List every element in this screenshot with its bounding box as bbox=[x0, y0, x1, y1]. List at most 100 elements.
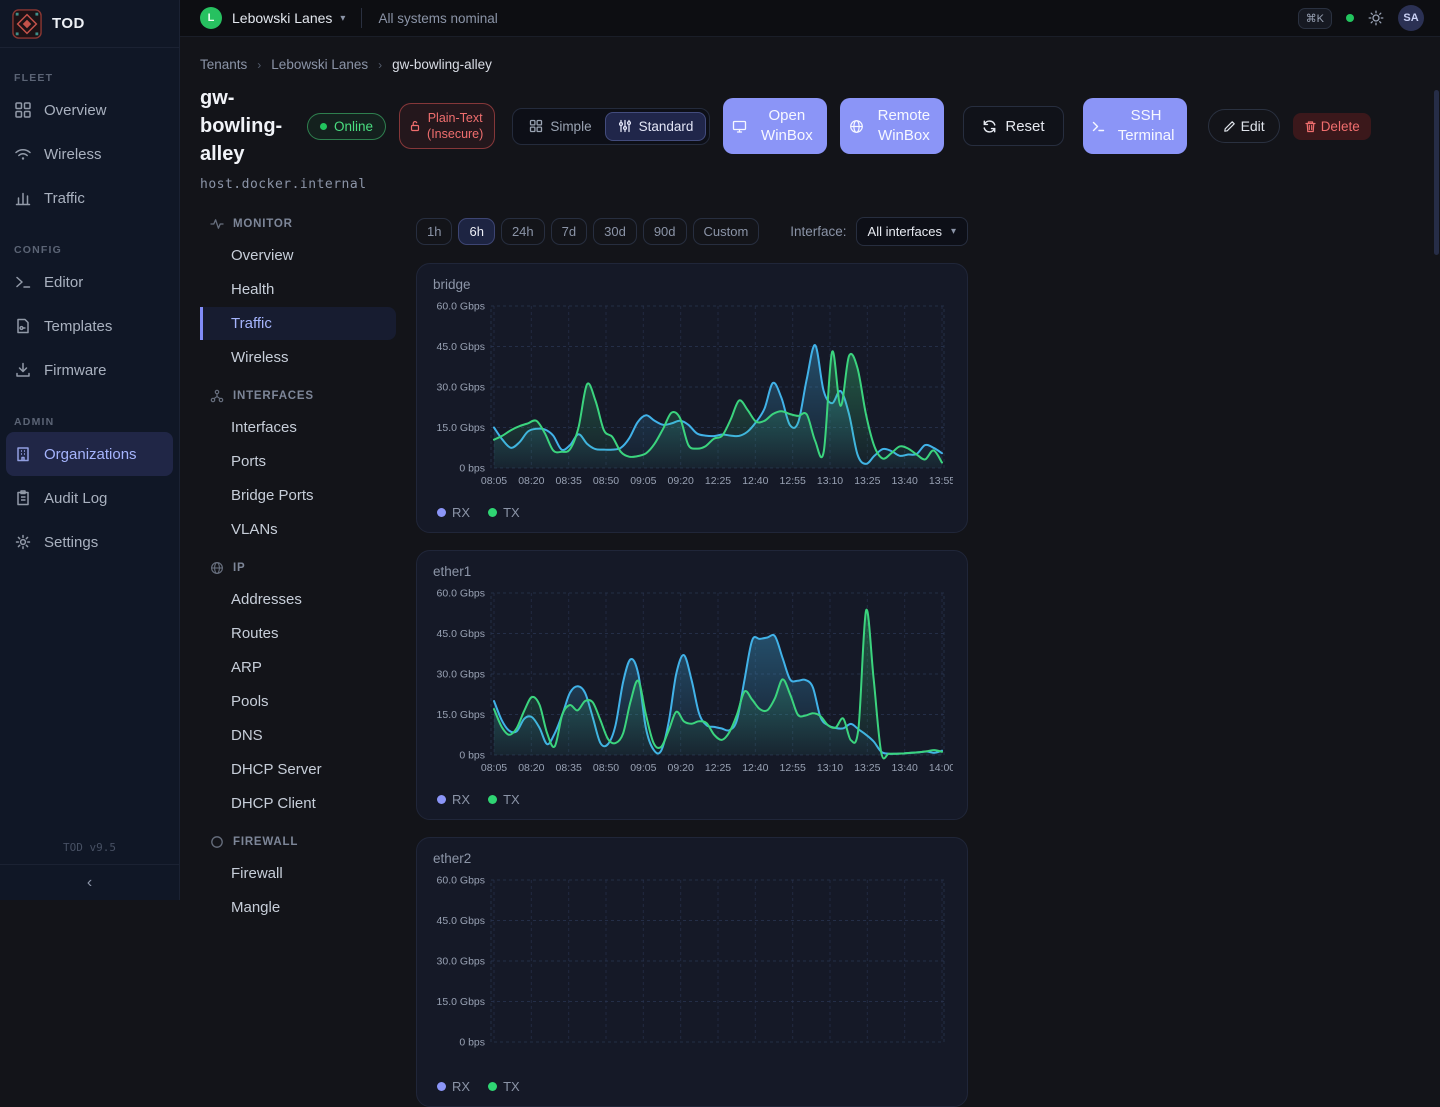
subnav-item-firewall[interactable]: Firewall bbox=[200, 857, 396, 890]
sidebar-item-label: Wireless bbox=[44, 146, 102, 163]
chart-legend: RX TX bbox=[433, 792, 951, 807]
subnav-item-ports[interactable]: Ports bbox=[200, 445, 396, 478]
sidebar-item-firmware[interactable]: Firmware bbox=[0, 348, 179, 392]
subnav-item-vlans[interactable]: VLANs bbox=[200, 513, 396, 546]
sidebar-collapse-button[interactable]: ‹ bbox=[0, 864, 179, 900]
sidebar-item-settings[interactable]: Settings bbox=[0, 520, 179, 564]
view-mode-standard[interactable]: Standard bbox=[605, 112, 707, 141]
svg-text:09:05: 09:05 bbox=[630, 475, 656, 487]
traffic-chart-bridge: 60.0 Gbps45.0 Gbps30.0 Gbps15.0 Gbps0 bp… bbox=[433, 296, 951, 501]
svg-text:08:05: 08:05 bbox=[481, 762, 507, 774]
view-mode-standard-label: Standard bbox=[639, 119, 694, 134]
sidebar-section-admin: ADMIN Organizations Audit Log Settings bbox=[0, 408, 179, 564]
ssh-terminal-button[interactable]: SSH Terminal bbox=[1083, 98, 1187, 154]
breadcrumb-tenants[interactable]: Tenants bbox=[200, 57, 247, 72]
subnav-item-dhcp-server[interactable]: DHCP Server bbox=[200, 753, 396, 786]
page-scrollbar[interactable] bbox=[1434, 90, 1439, 255]
svg-text:60.0 Gbps: 60.0 Gbps bbox=[437, 588, 485, 600]
svg-text:13:10: 13:10 bbox=[817, 475, 843, 487]
insecure-line2: (Insecure) bbox=[427, 127, 483, 141]
range-30d-button[interactable]: 30d bbox=[593, 218, 637, 245]
subnav-section-monitor: MONITOR bbox=[200, 210, 396, 238]
edit-button[interactable]: Edit bbox=[1208, 109, 1280, 143]
svg-text:15.0 Gbps: 15.0 Gbps bbox=[437, 709, 485, 721]
range-6h-button[interactable]: 6h bbox=[458, 218, 494, 245]
traffic-controls: 1h 6h 24h 7d 30d 90d Custom Interface: A… bbox=[416, 217, 968, 246]
delete-button[interactable]: Delete bbox=[1293, 113, 1371, 140]
sidebar-item-label: Templates bbox=[44, 318, 112, 335]
remote-winbox-label: Remote WinBox bbox=[872, 106, 936, 146]
building-icon bbox=[14, 445, 32, 463]
svg-text:13:25: 13:25 bbox=[854, 762, 880, 774]
subnav-item-pools[interactable]: Pools bbox=[200, 685, 396, 718]
svg-text:30.0 Gbps: 30.0 Gbps bbox=[437, 956, 485, 968]
range-90d-button[interactable]: 90d bbox=[643, 218, 687, 245]
subnav-item-wireless[interactable]: Wireless bbox=[200, 341, 396, 374]
svg-text:60.0 Gbps: 60.0 Gbps bbox=[437, 875, 485, 887]
subnav-item-addresses[interactable]: Addresses bbox=[200, 583, 396, 616]
theme-toggle-button[interactable] bbox=[1368, 10, 1384, 26]
rx-dot-icon bbox=[437, 508, 446, 517]
tx-dot-icon bbox=[488, 1082, 497, 1091]
sidebar-item-audit-log[interactable]: Audit Log bbox=[0, 476, 179, 520]
tenant-selector[interactable]: L Lebowski Lanes ▾ bbox=[200, 7, 345, 29]
subnav-item-interfaces[interactable]: Interfaces bbox=[200, 411, 396, 444]
subnav-item-dhcp-client[interactable]: DHCP Client bbox=[200, 787, 396, 820]
grid-icon bbox=[529, 119, 543, 133]
subnav-section-firewall: FIREWALL bbox=[200, 828, 396, 856]
subnav-item-traffic[interactable]: Traffic bbox=[200, 307, 396, 340]
interface-label: Interface: bbox=[790, 224, 846, 239]
subnav-item-routes[interactable]: Routes bbox=[200, 617, 396, 650]
svg-text:15.0 Gbps: 15.0 Gbps bbox=[437, 996, 485, 1008]
bar-chart-icon bbox=[14, 189, 32, 207]
rx-dot-icon bbox=[437, 1082, 446, 1091]
range-1h-button[interactable]: 1h bbox=[416, 218, 452, 245]
legend-rx-label: RX bbox=[452, 505, 470, 520]
range-custom-button[interactable]: Custom bbox=[693, 218, 760, 245]
sidebar-item-traffic[interactable]: Traffic bbox=[0, 176, 179, 220]
wifi-icon bbox=[14, 145, 32, 163]
subnav-item-mangle[interactable]: Mangle bbox=[200, 891, 396, 924]
sidebar-item-label: Editor bbox=[44, 274, 83, 291]
insecure-badge: Plain-Text (Insecure) bbox=[399, 103, 495, 149]
subnav-item-bridge-ports[interactable]: Bridge Ports bbox=[200, 479, 396, 512]
svg-text:15.0 Gbps: 15.0 Gbps bbox=[437, 422, 485, 434]
subnav-item-overview[interactable]: Overview bbox=[200, 239, 396, 272]
remote-winbox-button[interactable]: Remote WinBox bbox=[840, 98, 944, 154]
activity-icon bbox=[210, 217, 224, 231]
user-avatar[interactable]: SA bbox=[1398, 5, 1424, 31]
subnav-item-arp[interactable]: ARP bbox=[200, 651, 396, 684]
range-7d-button[interactable]: 7d bbox=[551, 218, 587, 245]
delete-label: Delete bbox=[1321, 119, 1360, 134]
range-24h-button[interactable]: 24h bbox=[501, 218, 545, 245]
svg-text:09:20: 09:20 bbox=[668, 475, 694, 487]
subnav-item-health[interactable]: Health bbox=[200, 273, 396, 306]
topbar-divider bbox=[361, 8, 362, 28]
sidebar-item-wireless[interactable]: Wireless bbox=[0, 132, 179, 176]
app-sidebar: TOD FLEET Overview Wireless Traffic CONF… bbox=[0, 0, 180, 900]
app-name: TOD bbox=[52, 15, 85, 32]
chart-title: bridge bbox=[433, 277, 951, 292]
svg-text:45.0 Gbps: 45.0 Gbps bbox=[437, 628, 485, 640]
svg-text:08:20: 08:20 bbox=[518, 762, 544, 774]
svg-text:09:05: 09:05 bbox=[630, 762, 656, 774]
monitor-icon bbox=[732, 119, 747, 134]
sidebar-item-templates[interactable]: Templates bbox=[0, 304, 179, 348]
traffic-chart-ether2: 60.0 Gbps45.0 Gbps30.0 Gbps15.0 Gbps0 bp… bbox=[433, 870, 951, 1075]
reset-button[interactable]: Reset bbox=[963, 106, 1063, 146]
command-palette-shortcut[interactable]: ⌘K bbox=[1298, 8, 1332, 29]
chart-card-ether1: ether1 60.0 Gbps45.0 Gbps30.0 Gbps15.0 G… bbox=[416, 550, 968, 820]
breadcrumb-tenant[interactable]: Lebowski Lanes bbox=[271, 57, 368, 72]
interface-select[interactable]: All interfaces ▾ bbox=[856, 217, 968, 246]
sidebar-item-organizations[interactable]: Organizations bbox=[6, 432, 173, 476]
file-icon bbox=[14, 317, 32, 335]
open-winbox-button[interactable]: Open WinBox bbox=[723, 98, 827, 154]
view-mode-simple[interactable]: Simple bbox=[516, 112, 604, 141]
subnav-item-dns[interactable]: DNS bbox=[200, 719, 396, 752]
svg-text:30.0 Gbps: 30.0 Gbps bbox=[437, 669, 485, 681]
topbar: L Lebowski Lanes ▾ All systems nominal ⌘… bbox=[180, 0, 1440, 37]
sidebar-item-editor[interactable]: Editor bbox=[0, 260, 179, 304]
online-status-badge: Online bbox=[307, 113, 386, 140]
legend-rx-label: RX bbox=[452, 1079, 470, 1094]
sidebar-item-overview[interactable]: Overview bbox=[0, 88, 179, 132]
